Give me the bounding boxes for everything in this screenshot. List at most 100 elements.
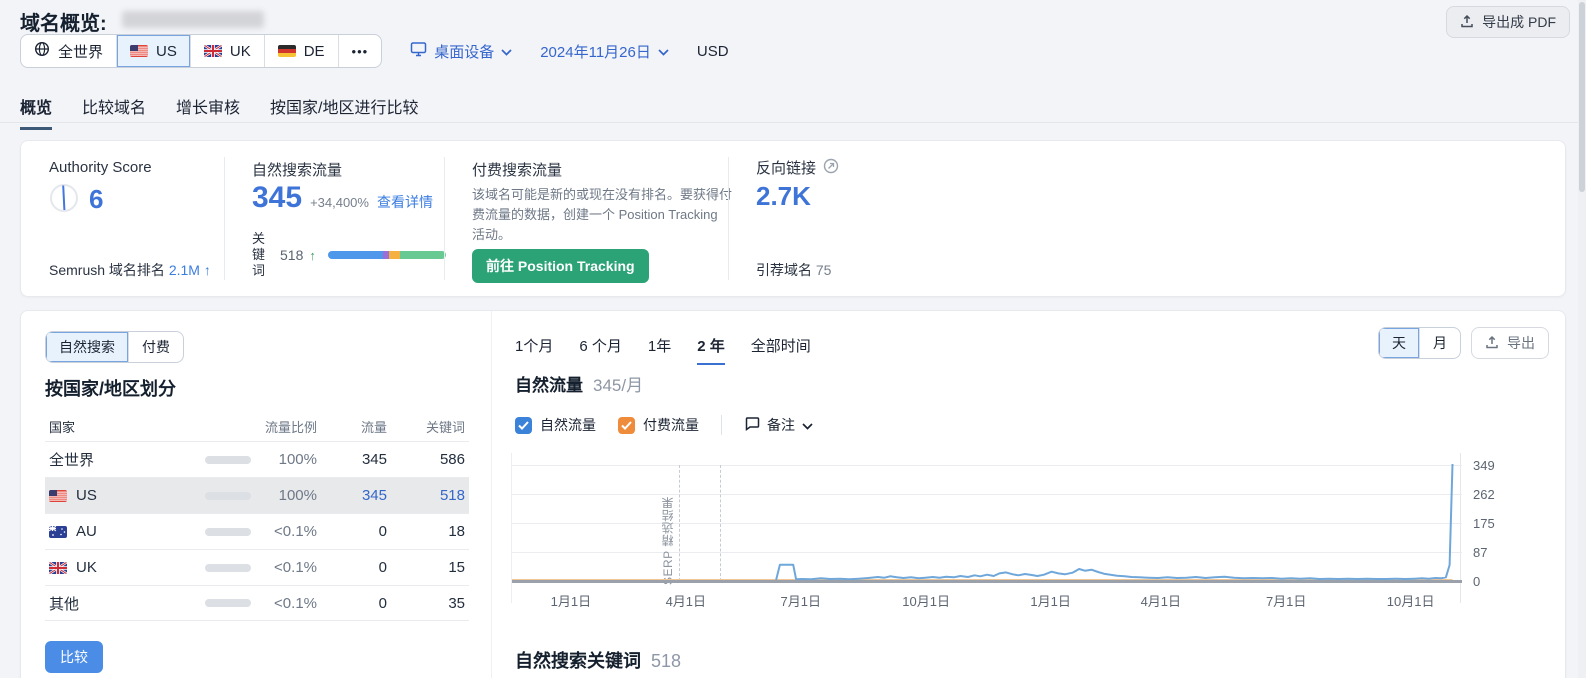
chart-legend: 自然流量 付费流量 备注 bbox=[515, 415, 813, 435]
country-tab-label: UK bbox=[229, 42, 251, 60]
y-tick-label: 349 bbox=[1473, 458, 1495, 473]
granularity-month[interactable]: 月 bbox=[1420, 328, 1460, 358]
card-divider bbox=[224, 157, 225, 280]
referring-domains-label: 引荐域名 bbox=[756, 262, 812, 278]
country-name: AU bbox=[76, 523, 97, 540]
domain-rank-value[interactable]: 2.1M bbox=[169, 262, 200, 278]
date-label: 2024年11月26日 bbox=[540, 43, 651, 61]
granularity-day[interactable]: 天 bbox=[1379, 328, 1420, 358]
notes-label: 备注 bbox=[767, 417, 795, 433]
info-icon bbox=[823, 158, 839, 177]
paid-traffic-label: 付费搜索流量 bbox=[472, 162, 563, 179]
date-range-tabs: 1个月 6 个月 1年 2 年 全部时间 bbox=[515, 335, 811, 365]
country-tab-uk[interactable]: UK bbox=[191, 35, 265, 67]
export-pdf-button[interactable]: 导出成 PDF bbox=[1446, 6, 1570, 38]
x-tick-label: 10月1日 bbox=[902, 594, 950, 609]
traffic-type-toggle: 自然搜索 付费 bbox=[45, 331, 184, 363]
x-tick-label: 4月1日 bbox=[1140, 594, 1182, 609]
page-scrollbar[interactable] bbox=[1578, 0, 1586, 678]
uk-flag-icon bbox=[203, 45, 222, 57]
backlinks-label: 反向链接 bbox=[756, 160, 817, 177]
filter-row: 全世界 US UK DE ••• 桌面设备 2024年11月26日 USD bbox=[20, 34, 729, 68]
nav-divider bbox=[0, 122, 1586, 123]
country-tab-de[interactable]: DE bbox=[265, 35, 339, 67]
chevron-down-icon bbox=[658, 43, 669, 60]
range-6-months[interactable]: 6 个月 bbox=[579, 335, 622, 365]
traffic-value: 345 bbox=[361, 487, 387, 504]
x-tick-label: 7月1日 bbox=[780, 594, 821, 609]
x-tick-label: 4月1日 bbox=[665, 594, 707, 609]
x-tick-label: 7月1日 bbox=[1265, 594, 1307, 609]
tab-growth-audit[interactable]: 增长审核 bbox=[176, 94, 240, 130]
chart-export-label: 导出 bbox=[1507, 335, 1535, 351]
keywords-value: 18 bbox=[448, 523, 465, 540]
share-bar bbox=[205, 491, 251, 500]
range-2-years[interactable]: 2 年 bbox=[697, 335, 725, 365]
up-arrow-icon: ↑ bbox=[203, 262, 211, 278]
tab-compare-domains[interactable]: 比较域名 bbox=[82, 94, 146, 130]
header-traffic: 流量 bbox=[360, 419, 387, 435]
country-name: UK bbox=[76, 559, 97, 576]
country-tab-us[interactable]: US bbox=[117, 35, 191, 67]
table-header: 国家 流量比例 流量 关键词 bbox=[45, 411, 469, 441]
toggle-paid[interactable]: 付费 bbox=[129, 332, 183, 362]
table-row[interactable]: US 100% 345 518 bbox=[45, 477, 469, 513]
share-value: <0.1% bbox=[274, 594, 317, 612]
header-share: 流量比例 bbox=[264, 419, 317, 435]
notes-dropdown[interactable]: 备注 bbox=[744, 415, 813, 435]
share-value: 100% bbox=[278, 451, 317, 468]
keywords-label: 关键词 bbox=[252, 231, 266, 278]
tab-compare-by-country[interactable]: 按国家/地区进行比较 bbox=[270, 94, 418, 130]
country-table: 国家 流量比例 流量 关键词 全世界 100% 345 586 US 100% … bbox=[45, 411, 469, 621]
range-1-year[interactable]: 1年 bbox=[648, 335, 671, 365]
granularity-toggle: 天 月 bbox=[1378, 327, 1461, 359]
monitor-icon bbox=[410, 41, 427, 61]
organic-traffic-label: 自然搜索流量 bbox=[252, 162, 343, 179]
chart-export-button[interactable]: 导出 bbox=[1471, 327, 1549, 359]
device-selector[interactable]: 桌面设备 bbox=[410, 41, 512, 62]
organic-traffic-change: +34,400% bbox=[310, 195, 369, 210]
share-bar bbox=[205, 527, 251, 536]
legend-organic-traffic[interactable]: 自然流量 bbox=[515, 415, 596, 435]
x-axis-labels: 1月1日 4月1日 7月1日 10月1日 1月1日 4月1日 7月1日 10月1日 bbox=[511, 591, 1461, 611]
country-tab-label: DE bbox=[303, 42, 325, 60]
globe-icon bbox=[34, 41, 50, 61]
date-selector[interactable]: 2024年11月26日 bbox=[540, 41, 669, 62]
tab-overview[interactable]: 概览 bbox=[20, 94, 53, 130]
panel-divider bbox=[491, 311, 492, 678]
currency-selector[interactable]: USD bbox=[697, 43, 729, 60]
scrollbar-thumb[interactable] bbox=[1579, 2, 1585, 192]
export-icon bbox=[1485, 335, 1499, 352]
share-value: <0.1% bbox=[274, 523, 317, 540]
y-tick-label: 0 bbox=[1473, 574, 1481, 589]
more-countries-icon: ••• bbox=[351, 43, 369, 59]
share-value: 100% bbox=[278, 487, 317, 504]
table-row[interactable]: 其他 <0.1% 0 35 bbox=[45, 585, 469, 621]
table-row[interactable]: AU <0.1% 0 18 bbox=[45, 513, 469, 549]
country-tab-more[interactable]: ••• bbox=[339, 35, 382, 67]
by-country-title: 按国家/地区划分 bbox=[45, 379, 177, 399]
referring-domains-footer: 引荐域名 75 bbox=[756, 260, 831, 280]
position-tracking-button[interactable]: 前往 Position Tracking bbox=[472, 249, 649, 283]
range-all-time[interactable]: 全部时间 bbox=[751, 335, 811, 365]
range-1-month[interactable]: 1个月 bbox=[515, 335, 553, 365]
keywords-value: 518 bbox=[439, 487, 465, 504]
share-bar bbox=[205, 455, 251, 464]
backlinks-value: 2.7K bbox=[756, 181, 811, 211]
toggle-organic[interactable]: 自然搜索 bbox=[46, 332, 129, 362]
share-value: <0.1% bbox=[274, 559, 317, 576]
table-row[interactable]: 全世界 100% 345 586 bbox=[45, 441, 469, 477]
table-row[interactable]: UK <0.1% 0 15 bbox=[45, 549, 469, 585]
header-country: 国家 bbox=[49, 419, 76, 435]
compare-button[interactable]: 比较 bbox=[45, 641, 103, 673]
view-details-link[interactable]: 查看详情 bbox=[377, 192, 433, 212]
traffic-chart[interactable]: SERP 精选结果 0 87 175 262 349 1月1日 4月1日 7月1日 10月1日… bbox=[511, 453, 1531, 618]
traffic-value: 345 bbox=[361, 451, 387, 468]
note-flag-icon bbox=[744, 416, 760, 434]
checkbox-checked-icon bbox=[515, 416, 532, 434]
country-name: US bbox=[76, 487, 97, 504]
chevron-down-icon bbox=[802, 417, 813, 433]
legend-paid-traffic[interactable]: 付费流量 bbox=[618, 415, 699, 435]
country-selector: 全世界 US UK DE ••• bbox=[20, 34, 383, 68]
country-tab-world[interactable]: 全世界 bbox=[21, 35, 118, 67]
